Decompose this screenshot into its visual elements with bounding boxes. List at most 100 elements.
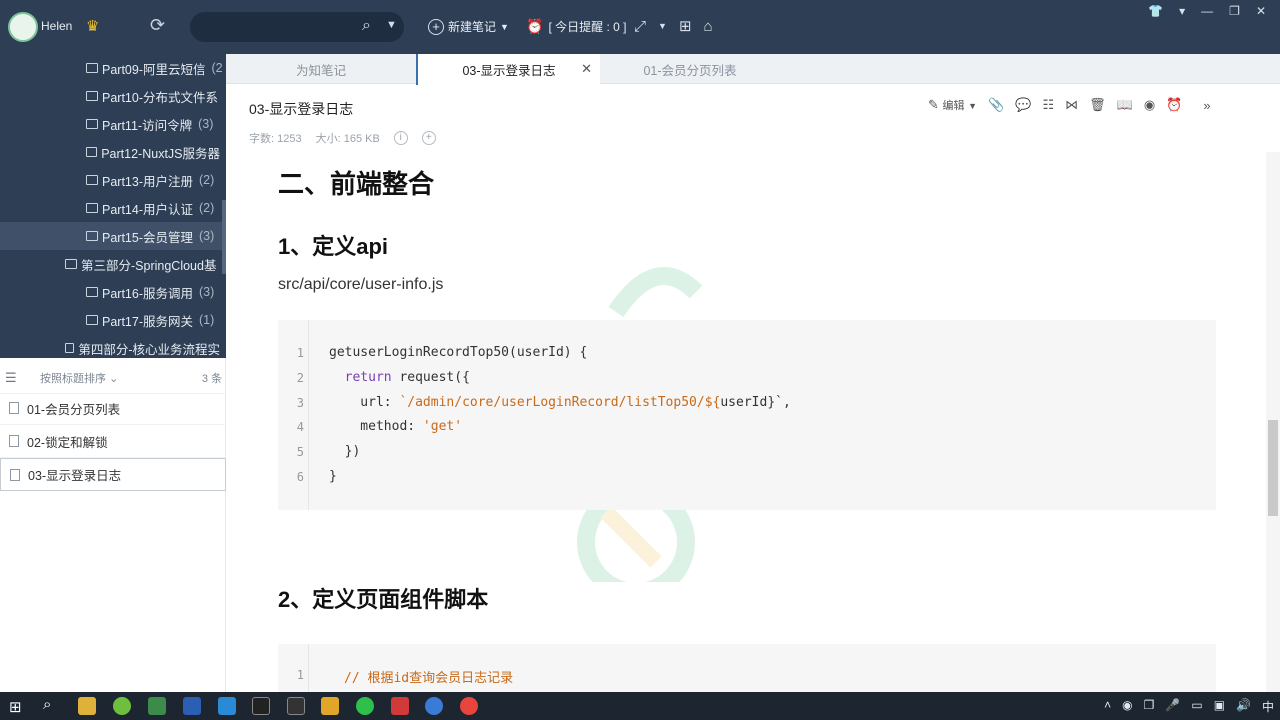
- list-icon[interactable]: ☰: [5, 370, 17, 386]
- username[interactable]: Helen: [41, 19, 72, 33]
- expand-icon[interactable]: ⤢: [634, 18, 646, 35]
- new-note-button[interactable]: + 新建笔记 ▼: [428, 18, 509, 35]
- windows-start-icon[interactable]: ⊞: [9, 698, 22, 716]
- search-box[interactable]: ⌕ ▼: [190, 12, 404, 42]
- tab-login-log[interactable]: 03-显示登录日志 ✕: [416, 54, 600, 85]
- edit-icon: ✎: [928, 97, 939, 112]
- note-size: 大小: 165 KB: [315, 133, 380, 145]
- home-icon[interactable]: ⌂: [704, 18, 713, 35]
- restore-icon[interactable]: ❐: [1229, 4, 1240, 18]
- outline-icon[interactable]: ☷: [1042, 97, 1054, 113]
- input-method-label[interactable]: 中: [1262, 698, 1274, 715]
- list-item[interactable]: 01-会员分页列表: [0, 392, 226, 425]
- list-item-selected[interactable]: 03-显示登录日志: [0, 458, 226, 491]
- terminal-app-icon[interactable]: [148, 697, 166, 715]
- crown-icon[interactable]: ♛: [86, 17, 99, 35]
- content-scrollbar[interactable]: [1266, 152, 1280, 692]
- close-icon[interactable]: ✕: [581, 61, 592, 77]
- code-line: method: 'get': [329, 419, 462, 434]
- heading-frontend: 二、前端整合: [278, 169, 435, 199]
- network-icon[interactable]: ▣: [1214, 698, 1225, 715]
- search-icon[interactable]: ⌕: [362, 17, 371, 35]
- delete-icon[interactable]: 🗑: [1089, 97, 1106, 113]
- word-icon[interactable]: [183, 697, 201, 715]
- close-icon[interactable]: ✕: [1256, 4, 1266, 18]
- tree-item[interactable]: 第三部分-SpringCloud基: [0, 250, 226, 278]
- tree-item[interactable]: Part12-NuxtJS服务器: [0, 138, 226, 166]
- code-text: getuserLoginRecordTop50(userId) {: [329, 345, 588, 360]
- toolbar-icons: ⤢ ▼ ⊞ ⌂: [634, 17, 713, 36]
- tree-item-count: (3): [199, 229, 215, 243]
- chevron-down-icon[interactable]: ▼: [658, 21, 667, 31]
- minimize-icon[interactable]: —: [1201, 4, 1213, 18]
- vscode-icon[interactable]: [218, 697, 236, 715]
- line-number: 5: [296, 445, 304, 459]
- code-line: return request({: [329, 370, 470, 385]
- chevron-down-icon[interactable]: ▼: [500, 22, 509, 32]
- comment-icon[interactable]: 💬: [1015, 97, 1031, 113]
- tree-item-label: Part10-分布式文件系: [102, 90, 218, 105]
- code-text: url:: [329, 395, 400, 410]
- wechat-icon[interactable]: [356, 697, 374, 715]
- file-explorer-icon[interactable]: [78, 697, 96, 715]
- cmd-icon[interactable]: [287, 697, 305, 715]
- tree-item[interactable]: 第四部分-核心业务流程实: [0, 334, 226, 358]
- chrome-icon[interactable]: [460, 697, 478, 715]
- book-icon[interactable]: 📖: [1117, 97, 1133, 113]
- avatar[interactable]: [8, 12, 38, 42]
- scroll-thumb[interactable]: [1268, 420, 1278, 516]
- tree-item[interactable]: Part10-分布式文件系: [0, 82, 226, 110]
- search-icon[interactable]: ⌕: [43, 696, 51, 713]
- chevron-up-icon[interactable]: ˄: [1104, 698, 1111, 715]
- edit-button[interactable]: ✎ 编辑 ▼: [928, 97, 977, 113]
- microphone-icon[interactable]: 🎤: [1165, 698, 1180, 715]
- battery-icon[interactable]: ▭: [1191, 698, 1202, 715]
- note-count: 3 条: [201, 373, 222, 385]
- app-icon[interactable]: [391, 697, 409, 715]
- tree-item-label: 第四部分-核心业务流程实: [78, 342, 220, 357]
- shirt-icon[interactable]: 👕: [1148, 4, 1163, 18]
- chevron-down-icon: ▼: [968, 101, 978, 111]
- grid-icon[interactable]: ⊞: [679, 17, 692, 35]
- tree-item[interactable]: Part17-服务网关 (1): [0, 306, 226, 334]
- intellij-icon[interactable]: [252, 697, 270, 715]
- share-icon[interactable]: ⋈: [1065, 97, 1078, 113]
- new-note-label: 新建笔记: [448, 20, 497, 34]
- tree-item-label: Part16-服务调用: [102, 286, 193, 301]
- add-icon[interactable]: +: [421, 131, 436, 145]
- folder-icon: [86, 315, 98, 325]
- info-icon[interactable]: i: [393, 131, 408, 145]
- wiznote-icon[interactable]: [113, 697, 131, 715]
- attachment-icon[interactable]: 📎: [988, 97, 1004, 113]
- menu-icon[interactable]: ▾: [1179, 4, 1185, 18]
- code-comment: // 根据id查询会员日志记录: [344, 671, 514, 686]
- tab-member-list[interactable]: 01-会员分页列表: [600, 54, 780, 84]
- tree-item[interactable]: Part14-用户认证 (2): [0, 194, 226, 222]
- chevron-down-icon[interactable]: ▼: [386, 19, 397, 31]
- list-item[interactable]: 02-锁定和解锁: [0, 425, 226, 458]
- tab-wiznote[interactable]: 为知笔记: [226, 54, 416, 84]
- line-number: 6: [296, 470, 304, 484]
- tree-item[interactable]: Part13-用户注册 (2): [0, 166, 226, 194]
- reminder-button[interactable]: ⏰ [ 今日提醒 : 0 ]: [526, 18, 626, 35]
- heading-component-script: 2、定义页面组件脚本: [278, 587, 489, 612]
- file-path: src/api/core/user-info.js: [278, 276, 444, 293]
- document-icon: [9, 435, 19, 447]
- weibo-icon[interactable]: ◉: [1144, 97, 1155, 113]
- tree-item-selected[interactable]: Part15-会员管理 (3): [0, 222, 226, 250]
- app-icon[interactable]: [321, 697, 339, 715]
- code-line: getuserLoginRecordTop50(userId) {: [329, 345, 587, 360]
- more-icon[interactable]: »: [1203, 98, 1210, 113]
- tree-item[interactable]: Part16-服务调用 (3): [0, 278, 226, 306]
- copy-icon[interactable]: ❐: [1144, 698, 1155, 715]
- antivirus-icon[interactable]: ◉: [1122, 698, 1132, 715]
- volume-icon[interactable]: 🔊: [1236, 698, 1251, 715]
- tree-item[interactable]: Part09-阿里云短信 (2: [0, 54, 226, 82]
- tree-item-count: (3): [198, 117, 214, 131]
- browser-icon[interactable]: [425, 697, 443, 715]
- alarm-icon[interactable]: ⏰: [1166, 97, 1182, 113]
- sync-icon[interactable]: ⟳: [150, 15, 165, 36]
- sort-dropdown[interactable]: 按照标题排序 ⌄: [40, 370, 118, 386]
- tree-item[interactable]: Part11-访问令牌 (3): [0, 110, 226, 138]
- code-string: 'get': [422, 419, 463, 434]
